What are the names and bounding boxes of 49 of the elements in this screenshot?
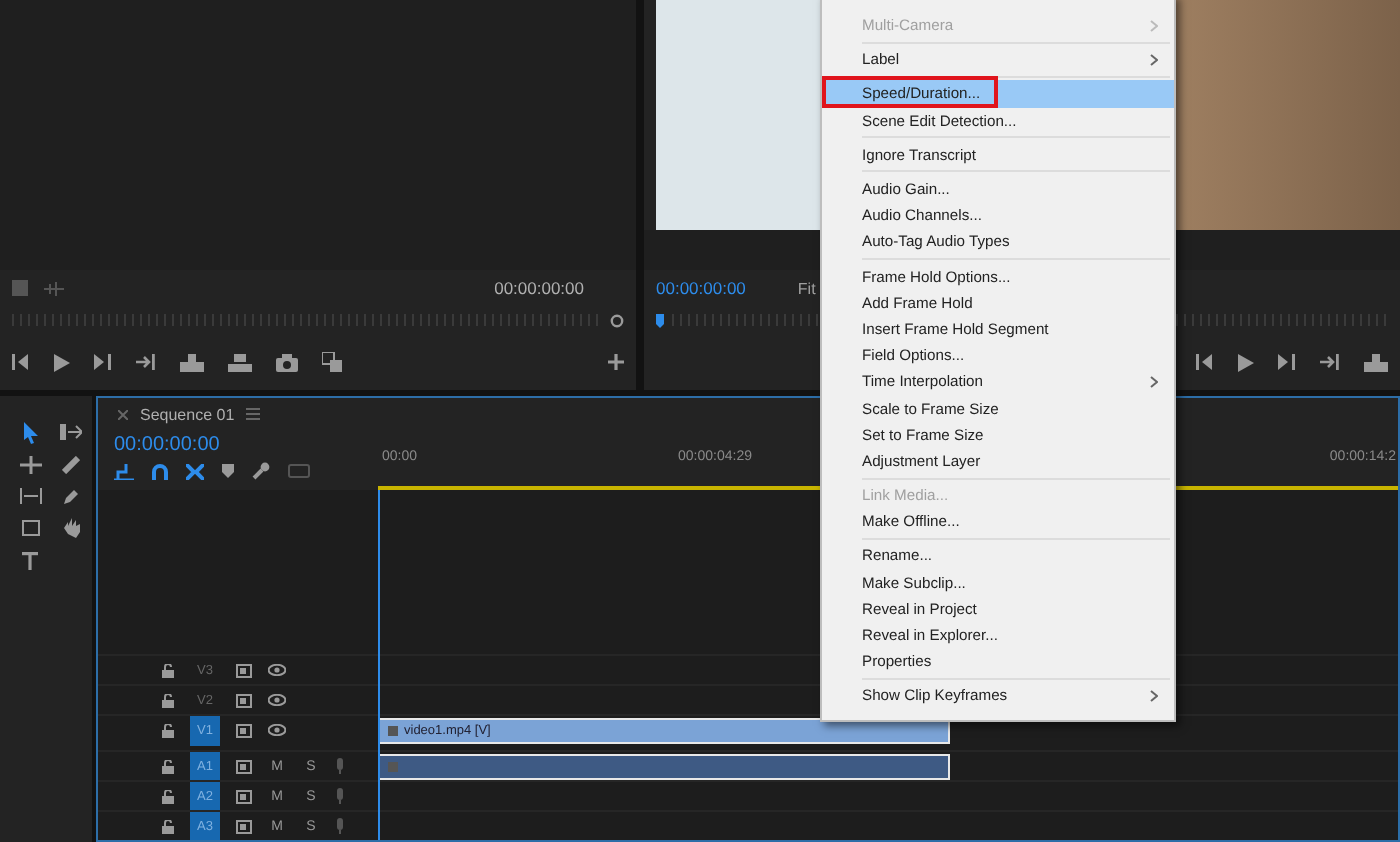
insert-icon[interactable]	[180, 353, 204, 371]
slip-tool-icon[interactable]	[19, 488, 41, 504]
zoom-dropdown[interactable]: Fit	[797, 279, 816, 297]
go-to-out-icon[interactable]	[136, 354, 156, 370]
hand-icon[interactable]	[61, 518, 79, 538]
step-back-icon[interactable]	[1196, 354, 1214, 370]
sequence-tab[interactable]: Sequence 01	[140, 405, 235, 423]
lock-icon[interactable]	[162, 759, 174, 773]
menu-icon[interactable]	[246, 408, 261, 420]
track-select-icon[interactable]	[59, 424, 81, 440]
audio-clip[interactable]	[378, 753, 950, 779]
clip-fx-icon	[388, 725, 398, 735]
circle-icon	[610, 313, 624, 327]
marker-icon[interactable]	[222, 464, 234, 478]
snap-icon[interactable]	[152, 463, 168, 479]
source-timecode: 00:00:00:00	[494, 278, 584, 298]
add-button-icon[interactable]	[608, 354, 624, 370]
camera-icon[interactable]	[276, 353, 298, 371]
program-timecode: 00:00:00:00	[656, 278, 746, 298]
type-tool-icon[interactable]	[22, 551, 38, 569]
lock-icon[interactable]	[162, 663, 174, 677]
close-icon[interactable]	[118, 409, 128, 419]
playhead-marker-icon[interactable]	[656, 313, 664, 327]
nest-icon[interactable]	[114, 463, 134, 479]
linked-selection-icon[interactable]	[186, 463, 204, 479]
wrench-icon[interactable]	[252, 462, 270, 480]
eye-icon[interactable]	[268, 664, 286, 676]
play-icon[interactable]	[54, 353, 70, 371]
step-back-icon[interactable]	[12, 354, 30, 370]
overwrite-icon[interactable]	[228, 353, 252, 371]
rectangle-tool-icon[interactable]	[21, 520, 39, 536]
selection-tool-icon[interactable]	[21, 421, 39, 443]
lock-icon[interactable]	[162, 789, 174, 803]
lock-icon[interactable]	[162, 819, 174, 833]
eye-icon[interactable]	[268, 724, 286, 736]
lock-icon[interactable]	[162, 723, 174, 737]
compare-view-icon[interactable]	[322, 352, 342, 372]
ripple-edit-icon[interactable]	[19, 455, 41, 473]
lock-icon[interactable]	[162, 693, 174, 707]
timeline-timecode: 00:00:00:00	[114, 434, 222, 456]
insert-icon[interactable]	[1364, 353, 1388, 371]
pen-icon[interactable]	[62, 487, 78, 505]
go-to-out-icon[interactable]	[1320, 354, 1340, 370]
razor-icon[interactable]	[61, 455, 79, 473]
clip-fx-icon	[388, 761, 398, 771]
step-forward-icon[interactable]	[1278, 354, 1296, 370]
play-icon[interactable]	[1238, 353, 1254, 371]
step-forward-icon[interactable]	[94, 354, 112, 370]
eye-icon[interactable]	[268, 694, 286, 706]
